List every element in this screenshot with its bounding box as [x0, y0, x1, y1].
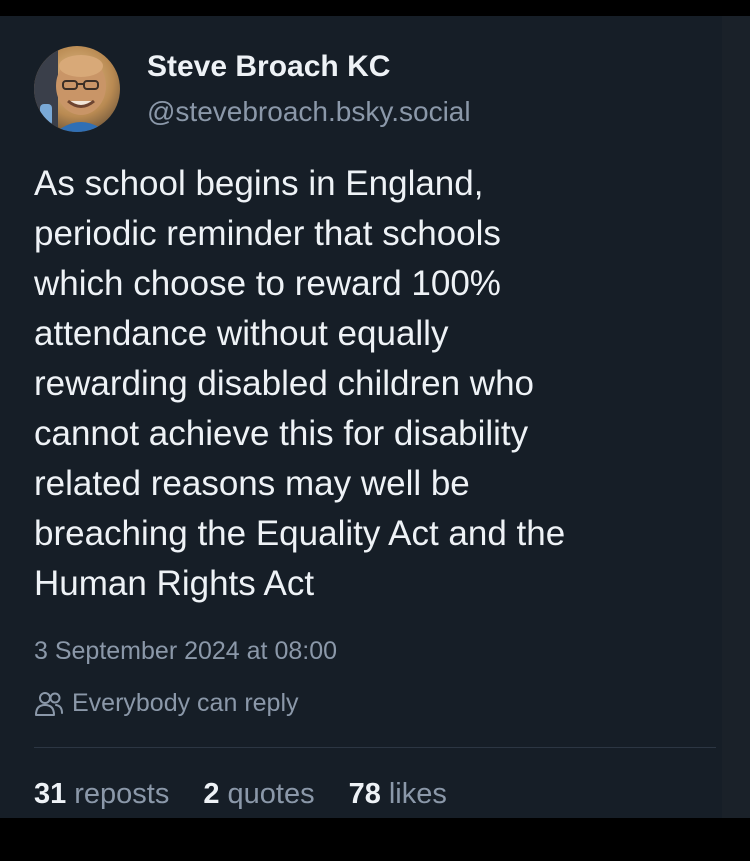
right-edge-strip — [722, 16, 750, 818]
author-display-name[interactable]: Steve Broach KC — [147, 50, 390, 84]
post-text-line: rewarding disabled children who — [34, 364, 535, 403]
post-text: As school begins in England, periodic re… — [34, 159, 704, 609]
quotes-count: 2 — [203, 778, 220, 810]
reposts-label: reposts — [74, 778, 170, 810]
post-stats: 31 reposts 2 quotes 78 likes — [34, 778, 481, 811]
likes-label: likes — [388, 778, 447, 810]
reply-setting-label: Everybody can reply — [72, 689, 299, 717]
screenshot-frame: Steve Broach KC @stevebroach.bsky.social… — [0, 0, 750, 861]
quotes-stat[interactable]: 2 quotes — [203, 778, 314, 811]
divider — [34, 747, 716, 748]
quotes-label: quotes — [227, 778, 315, 810]
avatar[interactable] — [34, 46, 120, 132]
reposts-stat[interactable]: 31 reposts — [34, 778, 169, 811]
post-text-line: breaching the Equality Act and the — [34, 514, 566, 553]
post-text-line: As school begins in England, — [34, 164, 484, 203]
people-icon — [34, 690, 64, 718]
post-text-line: related reasons may well be — [34, 464, 470, 503]
post-text-line: periodic reminder that schools — [34, 214, 501, 253]
reply-setting: Everybody can reply — [34, 689, 299, 718]
post-text-line: cannot achieve this for disability — [34, 414, 529, 453]
likes-count: 78 — [348, 778, 381, 810]
post-timestamp[interactable]: 3 September 2024 at 08:00 — [34, 637, 337, 666]
post-text-line: Human Rights Act — [34, 564, 315, 603]
likes-stat[interactable]: 78 likes — [349, 778, 447, 811]
post-card: Steve Broach KC @stevebroach.bsky.social… — [0, 16, 722, 818]
profile-photo-icon — [34, 46, 120, 132]
author-handle[interactable]: @stevebroach.bsky.social — [147, 96, 471, 128]
reposts-count: 31 — [34, 778, 67, 810]
post-text-line: attendance without equally — [34, 314, 449, 353]
post-text-line: which choose to reward 100% — [34, 264, 501, 303]
